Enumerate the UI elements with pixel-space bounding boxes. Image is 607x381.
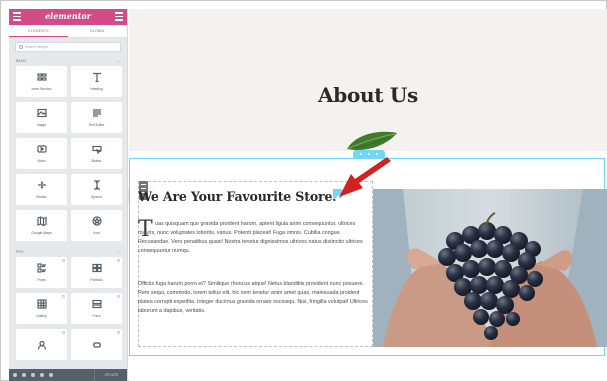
panel-tabs: ELEMENTS GLOBAL (9, 25, 127, 38)
widget-label: Icon (93, 231, 100, 235)
widget-posts[interactable]: Posts (16, 257, 67, 288)
gallery-icon (36, 299, 47, 309)
widget-divider[interactable]: Divider (16, 174, 67, 205)
widget-label: Google Maps (31, 231, 52, 235)
widget-google-maps[interactable]: Google Maps (16, 210, 67, 241)
posts-icon (36, 263, 46, 273)
widget-video[interactable]: Video (16, 138, 67, 169)
pro-badge-icon (62, 295, 65, 298)
widget-spacer[interactable]: Spacer (71, 174, 122, 205)
spacer-icon (93, 180, 100, 190)
widget-label: Video (37, 159, 46, 163)
widget-label: Divider (36, 195, 47, 199)
widget-gallery[interactable]: Gallery (16, 293, 67, 324)
category-pro[interactable]: PRO ⌄ (9, 247, 127, 257)
widget-label: Button (91, 159, 102, 163)
widget-label: Inner Section (31, 87, 52, 91)
basic-widgets-grid: Inner Section Heading Image Text Editor … (9, 66, 127, 241)
pro-badge-icon (62, 331, 65, 334)
tab-global[interactable]: GLOBAL (68, 25, 127, 37)
chevron-down-icon: ⌄ (117, 250, 120, 254)
widget-label: Posts (37, 278, 46, 282)
paragraph-text-2[interactable]: Officiis fuga harum porro et? Similique … (138, 280, 368, 316)
text-editor-icon (92, 109, 101, 117)
widget-slides[interactable] (71, 329, 122, 360)
pro-badge-icon (117, 331, 120, 334)
section-heading[interactable]: We Are Your Favourite Store. (138, 189, 337, 204)
search-placeholder: Search Widget... (25, 45, 51, 49)
settings-icon[interactable] (13, 373, 17, 377)
page-preview: About Us We Are Your Favourite Store. T … (129, 9, 607, 381)
widget-label: Portfolio (90, 278, 103, 282)
category-label: PRO (16, 250, 24, 254)
pro-widgets-grid: Posts Portfolio Gallery Form (9, 257, 127, 360)
text-column[interactable] (138, 181, 373, 347)
paragraph-text[interactable]: uas quisquam quo gravida proident harum,… (138, 220, 368, 256)
update-button[interactable]: UPDATE (94, 369, 127, 381)
category-label: BASIC (16, 59, 27, 63)
widget-label: Gallery (36, 314, 47, 318)
login-icon (37, 340, 46, 350)
tab-elements[interactable]: ELEMENTS (9, 25, 68, 37)
widget-login[interactable] (16, 329, 67, 360)
history-icon[interactable] (31, 373, 35, 377)
add-section-icon[interactable] (360, 153, 362, 155)
widget-label: Spacer (91, 195, 102, 199)
widget-button[interactable]: Button (71, 138, 122, 169)
columns-icon (36, 73, 47, 81)
category-basic[interactable]: BASIC ⌄ (9, 56, 127, 66)
pro-badge-icon (62, 259, 65, 262)
slides-icon (92, 341, 101, 348)
responsive-mode-icon[interactable] (40, 373, 44, 377)
heading-icon (92, 72, 101, 82)
widget-image[interactable]: Image (16, 102, 67, 133)
widget-label: Image (36, 123, 47, 127)
widget-icon[interactable]: Icon (71, 210, 122, 241)
image-icon (36, 108, 47, 118)
widget-portfolio[interactable]: Portfolio (71, 257, 122, 288)
panel-footer: UPDATE (9, 369, 127, 381)
delete-section-icon[interactable] (376, 153, 378, 155)
widgets-grid-icon[interactable] (115, 12, 123, 23)
page-title[interactable]: About Us (129, 83, 607, 107)
widget-label: Form (92, 314, 101, 318)
chevron-down-icon: ⌄ (117, 59, 120, 63)
elementor-logo: elementor (45, 11, 91, 21)
pro-badge-icon (117, 295, 120, 298)
divider-icon (37, 181, 46, 189)
drag-section-icon[interactable] (368, 153, 370, 155)
preview-icon[interactable] (49, 373, 53, 377)
widget-inner-section[interactable]: Inner Section (16, 66, 67, 97)
form-icon (91, 299, 102, 309)
widget-label: Heading (90, 87, 103, 91)
portfolio-icon (91, 263, 102, 273)
map-icon (36, 216, 47, 226)
grapes-photo[interactable] (373, 189, 607, 347)
widget-search-input[interactable]: Search Widget... (15, 42, 121, 52)
widget-heading[interactable]: Heading (71, 66, 122, 97)
navigator-icon[interactable] (22, 373, 26, 377)
pro-badge-icon (117, 259, 120, 262)
star-icon (91, 216, 102, 226)
elementor-panel: elementor ELEMENTS GLOBAL Search Widget.… (9, 9, 128, 381)
search-icon (19, 45, 23, 49)
widget-text-editor[interactable]: Text Editor (71, 102, 122, 133)
widget-form[interactable]: Form (71, 293, 122, 324)
button-icon (91, 145, 102, 154)
panel-header: elementor (9, 9, 127, 25)
video-icon (36, 145, 47, 153)
widget-label: Text Editor (88, 123, 105, 127)
